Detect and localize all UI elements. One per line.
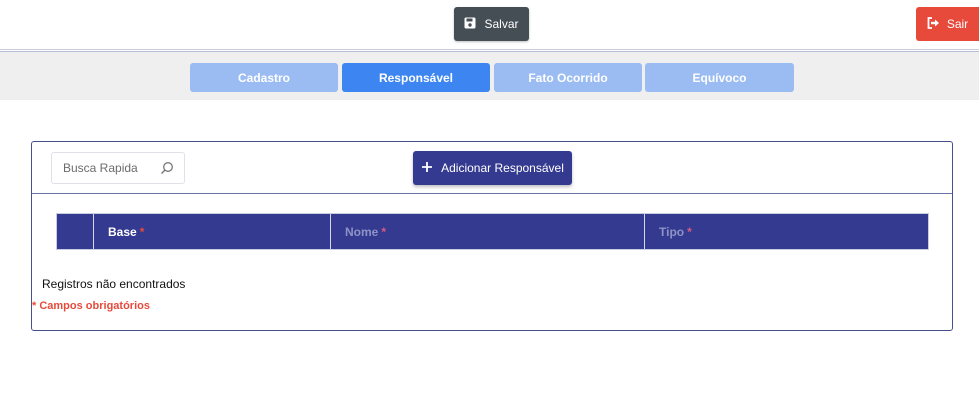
column-label: Nome xyxy=(345,224,379,239)
empty-message: Registros não encontrados xyxy=(42,277,186,291)
column-label: Tipo xyxy=(659,224,685,239)
tab-responsavel[interactable]: Responsável xyxy=(342,63,490,92)
add-button-label: Adicionar Responsável xyxy=(441,161,564,175)
magnifier-icon[interactable] xyxy=(160,161,174,178)
sign-out-icon xyxy=(927,16,940,32)
search-input[interactable]: Busca Rapida xyxy=(51,152,185,184)
required-mark: * xyxy=(381,224,387,239)
column-header-base[interactable]: Base * xyxy=(94,214,331,249)
exit-button-label: Sair xyxy=(946,17,969,31)
tab-fato-ocorrido[interactable]: Fato Ocorrido xyxy=(494,63,642,92)
required-mark: * xyxy=(687,224,692,239)
select-column-header xyxy=(57,214,94,249)
column-label: Base xyxy=(108,224,137,239)
top-toolbar: Salvar Sair xyxy=(0,0,979,50)
tab-equivoco[interactable]: Equívoco xyxy=(645,63,794,92)
save-button-label: Salvar xyxy=(484,17,519,31)
tab-cadastro[interactable]: Cadastro xyxy=(190,63,338,92)
required-mark: * xyxy=(139,224,145,239)
responsavel-panel: Busca Rapida Adicionar Responsável Base … xyxy=(31,141,953,331)
floppy-disk-icon xyxy=(464,17,476,32)
panel-header: Busca Rapida Adicionar Responsável xyxy=(32,142,952,194)
save-button[interactable]: Salvar xyxy=(454,7,529,41)
column-header-tipo[interactable]: Tipo * xyxy=(645,214,928,249)
search-placeholder: Busca Rapida xyxy=(63,161,138,175)
column-header-nome[interactable]: Nome * xyxy=(331,214,645,249)
exit-button[interactable]: Sair xyxy=(916,7,979,41)
responsavel-table-header: Base * Nome * Tipo * xyxy=(56,213,929,250)
add-responsavel-button[interactable]: Adicionar Responsável xyxy=(413,151,572,185)
plus-icon xyxy=(421,161,433,176)
tab-bar: Cadastro Responsável Fato Ocorrido Equív… xyxy=(0,51,979,100)
required-fields-note: * Campos obrigatórios xyxy=(32,300,150,312)
